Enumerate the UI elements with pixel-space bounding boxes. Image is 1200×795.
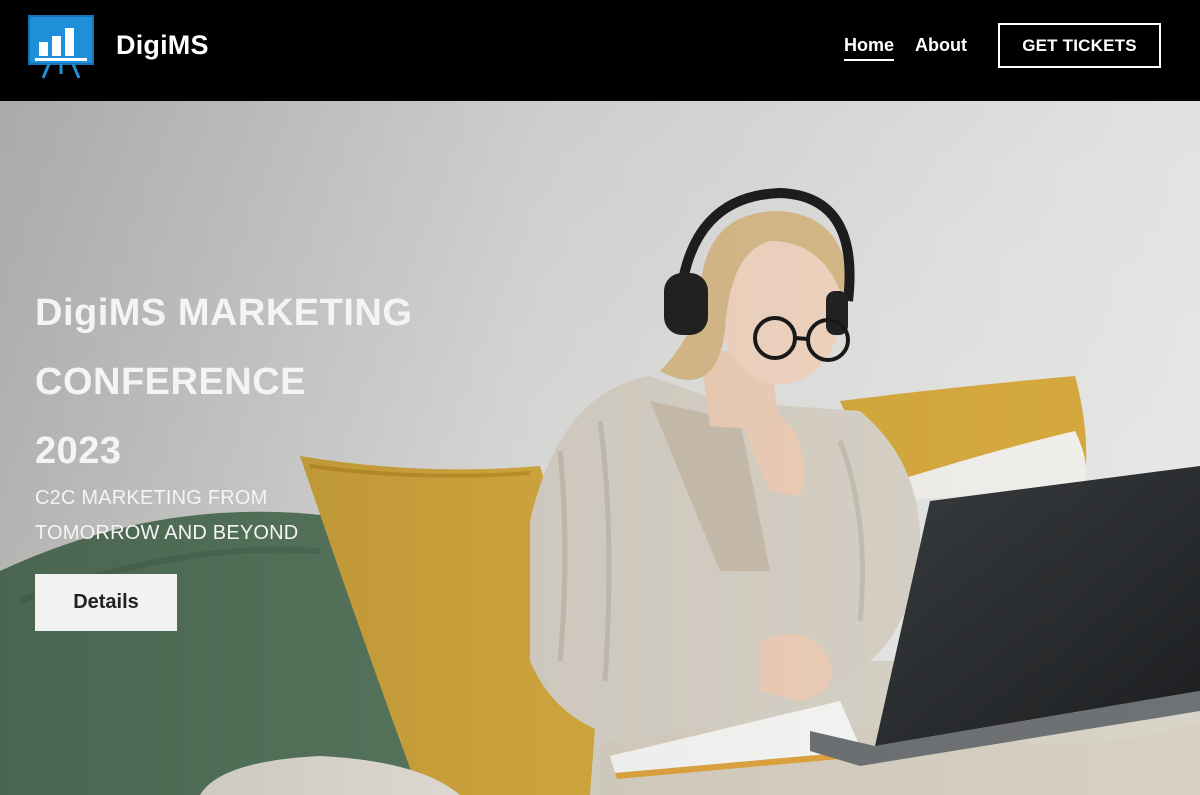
hero-subtitle-line-1: C2C MARKETING FROM [35, 487, 268, 509]
logo-icon[interactable] [27, 14, 94, 80]
nav-link-home[interactable]: Home [844, 34, 895, 61]
hero-title: DigiMS MARKETING CONFERENCE 2023 [35, 279, 495, 486]
hero-subtitle-line-2: TOMORROW AND BEYOND [35, 522, 299, 544]
nav-link-about[interactable]: About [915, 34, 967, 56]
brand-name[interactable]: DigiMS [116, 28, 209, 62]
hero-section: DigiMS MARKETING CONFERENCE 2023 C2C MAR… [0, 101, 1200, 795]
top-navigation-bar: DigiMS Home About GET TICKETS [0, 0, 1200, 101]
hero-title-line-2: CONFERENCE [35, 361, 307, 403]
get-tickets-button[interactable]: GET TICKETS [998, 23, 1161, 68]
hero-title-line-3: 2023 [35, 430, 122, 472]
hero-title-line-1: DigiMS MARKETING [35, 292, 413, 334]
hero-subtitle: C2C MARKETING FROM TOMORROW AND BEYOND [35, 481, 355, 551]
details-button[interactable]: Details [35, 574, 177, 631]
